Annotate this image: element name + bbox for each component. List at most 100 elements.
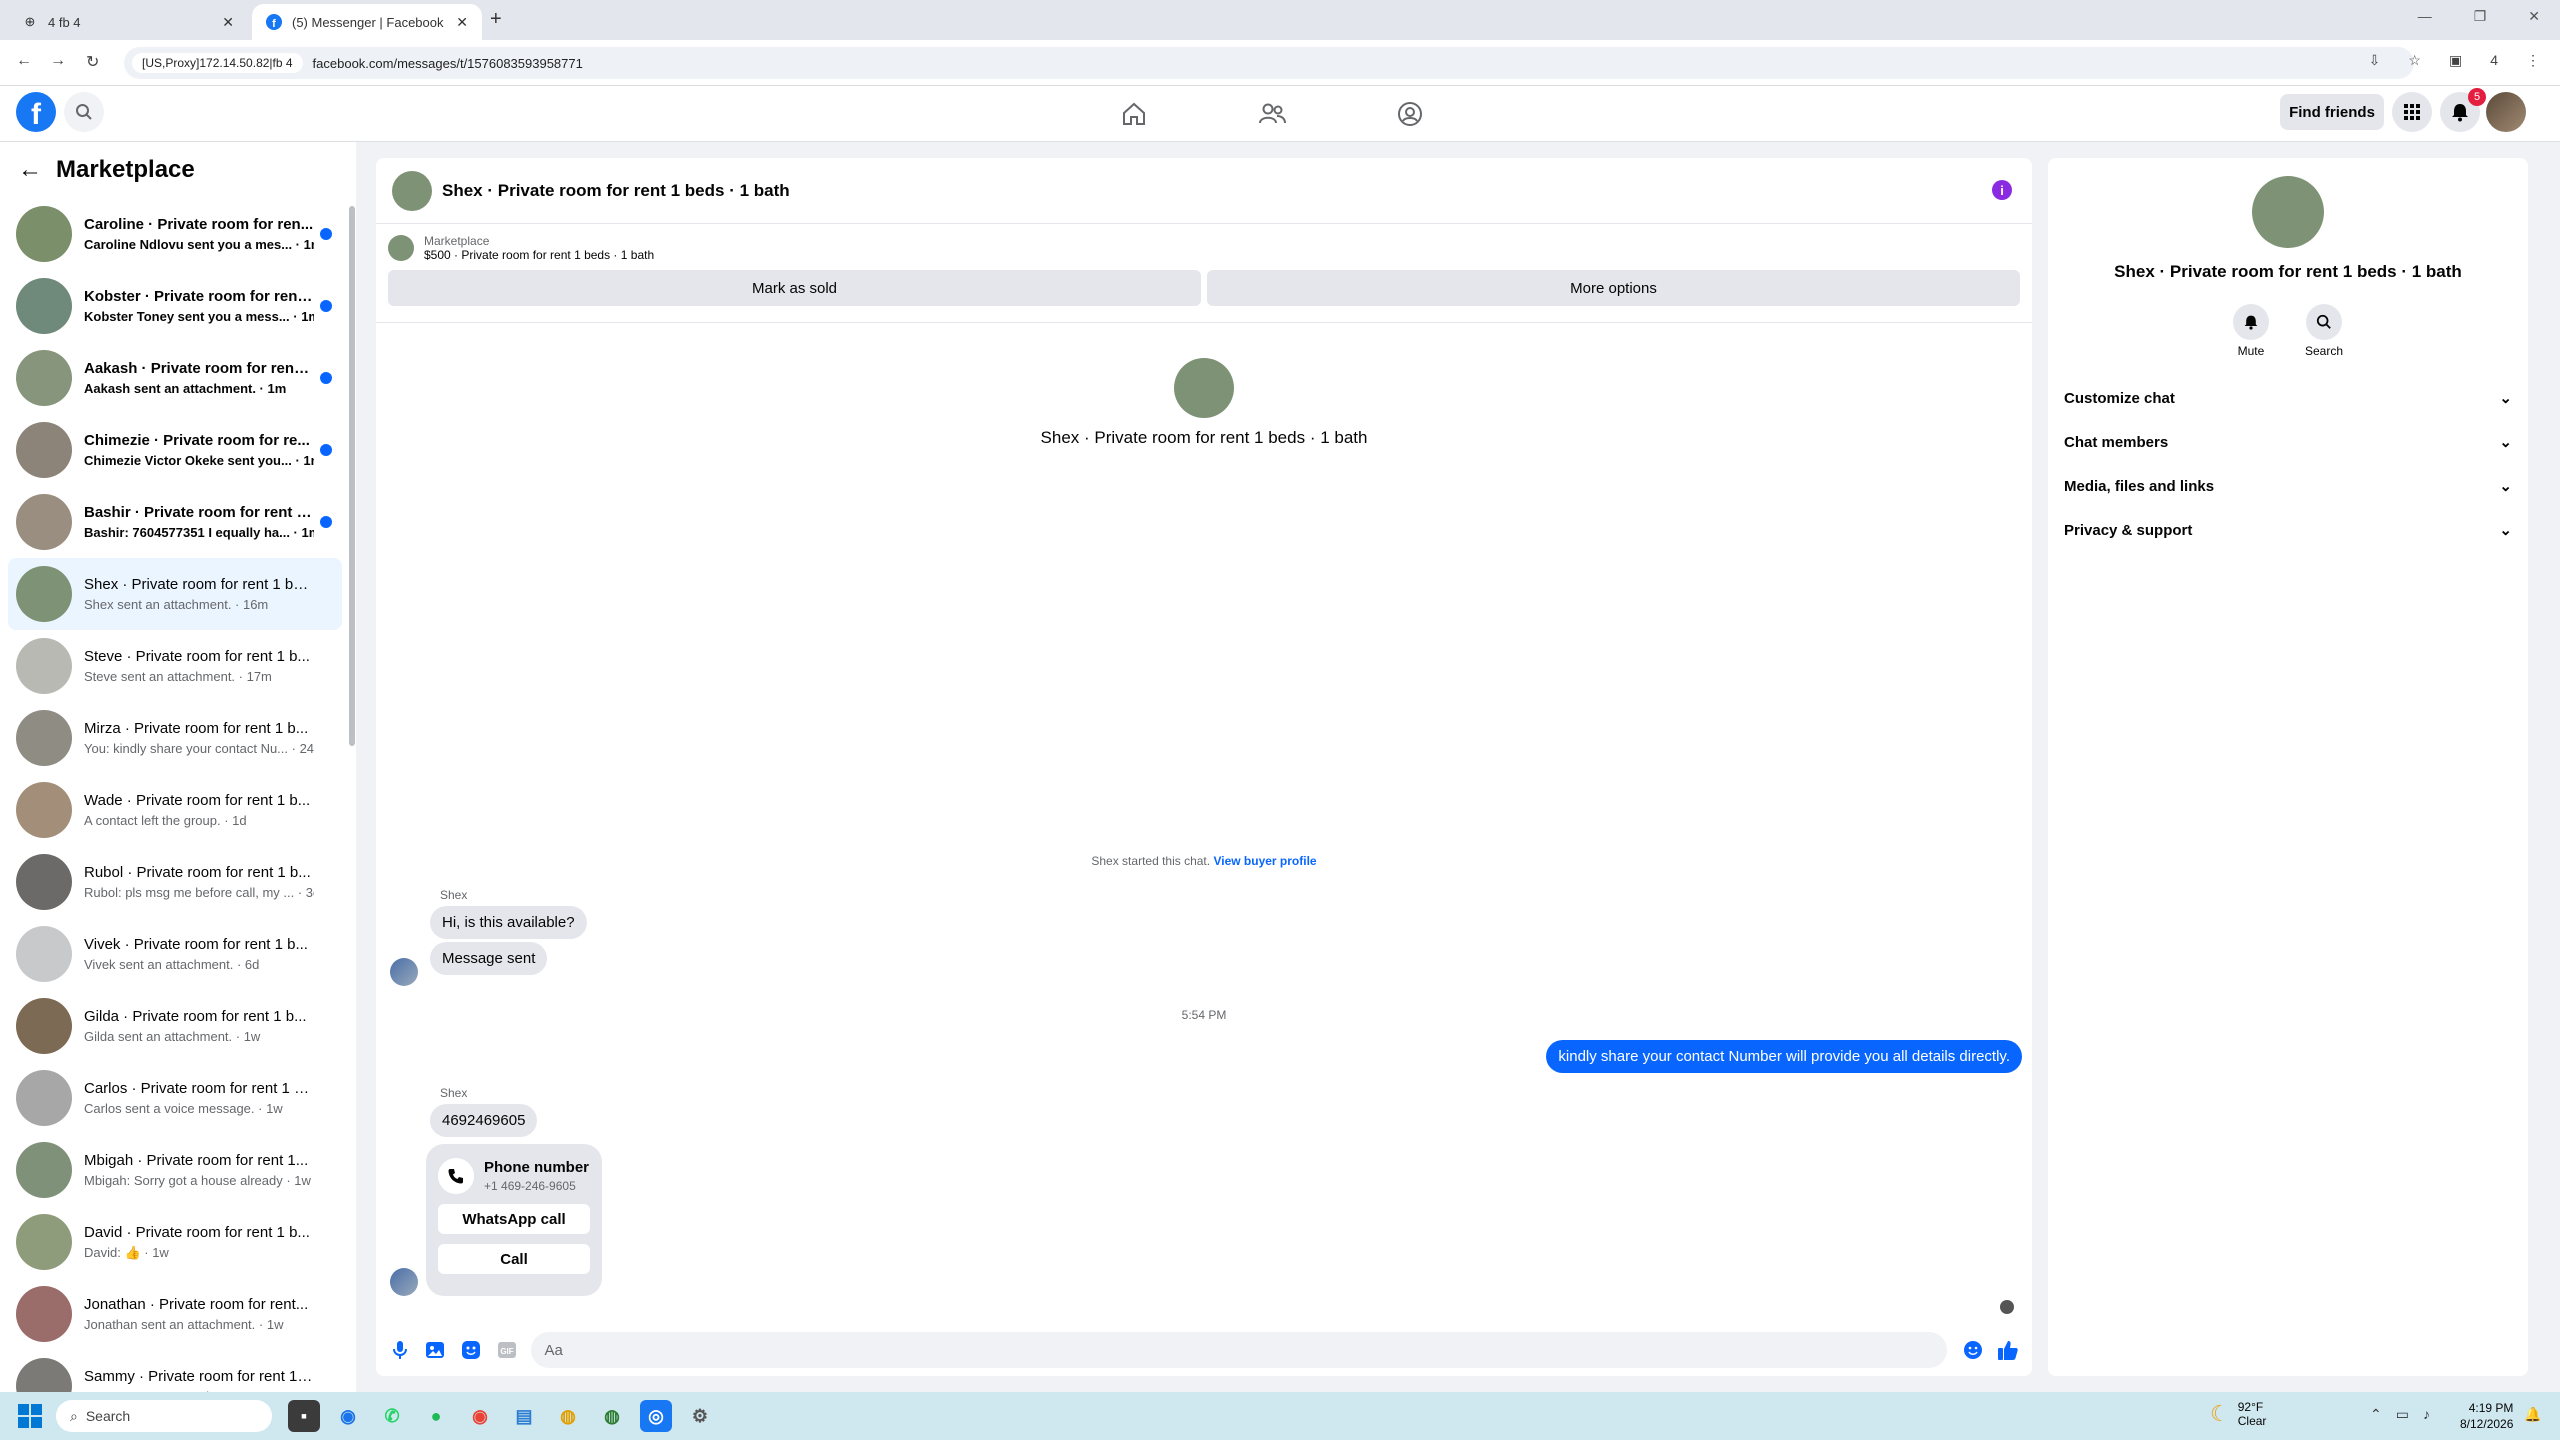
sticker-icon[interactable] — [459, 1338, 483, 1362]
chrome-profile-icon[interactable]: ◉ — [464, 1400, 496, 1432]
reload-icon[interactable]: ↻ — [86, 52, 99, 72]
spotify-icon[interactable]: ● — [420, 1400, 452, 1432]
chevron-up-icon[interactable]: ⌃ — [2370, 1406, 2382, 1423]
account-avatar[interactable] — [2486, 92, 2526, 132]
find-friends-button[interactable]: Find friends — [2280, 94, 2384, 130]
chat-members-section[interactable]: Chat members ⌄ — [2048, 420, 2528, 464]
settings-gear-icon[interactable]: ⚙ — [684, 1400, 716, 1432]
chat-title[interactable]: Shex · Private room for rent 1 beds · 1 … — [442, 181, 790, 201]
conversation-item[interactable]: Vivek · Private room for rent 1 b... Vive… — [8, 918, 342, 990]
conversation-thumbnail — [16, 782, 72, 838]
mark-as-sold-button[interactable]: Mark as sold — [388, 270, 1201, 306]
task-view-icon[interactable]: ▪ — [288, 1400, 320, 1432]
message-bubble[interactable]: 4692469605 — [430, 1104, 538, 1137]
star-icon[interactable]: ☆ — [2408, 52, 2421, 69]
side-panel-icon[interactable]: ▣ — [2449, 52, 2462, 69]
close-window-icon[interactable]: ✕ — [2528, 8, 2540, 25]
profile-count[interactable]: 4 — [2490, 52, 2498, 69]
close-icon[interactable]: ✕ — [456, 14, 468, 31]
gif-icon[interactable]: GIF — [495, 1338, 519, 1362]
weather-widget[interactable]: ☾ 92°F Clear — [2210, 1400, 2266, 1428]
windows-start-icon[interactable] — [18, 1404, 42, 1428]
browser-app-icon[interactable]: ◎ — [640, 1400, 672, 1432]
call-button[interactable]: Call — [438, 1244, 590, 1274]
thumbs-up-icon[interactable] — [1996, 1338, 2020, 1362]
files-icon[interactable]: ▤ — [508, 1400, 540, 1432]
browser-tab-messenger[interactable]: f (5) Messenger | Facebook ✕ — [252, 4, 482, 40]
apps-grid-icon[interactable] — [2392, 92, 2432, 132]
sender-avatar[interactable] — [390, 1268, 418, 1296]
sender-name: Shex — [440, 888, 468, 902]
whatsapp-icon[interactable]: ✆ — [376, 1400, 408, 1432]
conversation-item[interactable]: Chimezie · Private room for re... Chimezi… — [8, 414, 342, 486]
groups-icon[interactable] — [1390, 96, 1430, 132]
outgoing-message-bubble[interactable]: kindly share your contact Number will pr… — [1546, 1040, 2022, 1073]
sidebar-scrollbar[interactable] — [349, 198, 355, 1388]
listing-price: $500 · Private room for rent 1 beds · 1 … — [424, 248, 655, 262]
notification-center-icon[interactable]: 🔔 — [2524, 1406, 2541, 1423]
conversation-item[interactable]: Jonathan · Private room for rent... Jonat… — [8, 1278, 342, 1350]
conversation-item[interactable]: David · Private room for rent 1 b... Davi… — [8, 1206, 342, 1278]
search-in-chat-button[interactable]: Search — [2305, 304, 2343, 358]
system-clock[interactable]: 4:19 PM 8/12/2026 — [2460, 1400, 2513, 1432]
app-icon[interactable]: ◍ — [552, 1400, 584, 1432]
media-files-links-section[interactable]: Media, files and links ⌄ — [2048, 464, 2528, 508]
view-buyer-profile-link[interactable]: View buyer profile — [1213, 854, 1316, 868]
conversation-item[interactable]: Carlos · Private room for rent 1 b... Car… — [8, 1062, 342, 1134]
notifications-bell-icon[interactable]: 5 — [2440, 88, 2486, 132]
privacy-support-section[interactable]: Privacy & support ⌄ — [2048, 508, 2528, 552]
conversation-item[interactable]: Sammy · Private room for rent 1 ...Sammy… — [8, 1350, 342, 1392]
info-icon[interactable]: i — [1992, 180, 2012, 200]
more-options-button[interactable]: More options — [1207, 270, 2020, 306]
restore-icon[interactable]: ❐ — [2474, 8, 2487, 25]
install-icon[interactable]: ⇩ — [2369, 52, 2381, 69]
message-bubble[interactable]: Message sent — [430, 942, 548, 975]
customize-chat-section[interactable]: Customize chat ⌄ — [2048, 376, 2528, 420]
conversation-name: Wade · Private room for rent 1 b... — [84, 792, 311, 809]
menu-kebab-icon[interactable]: ⋮ — [2526, 52, 2540, 69]
conversation-item[interactable]: Gilda · Private room for rent 1 b... Gild… — [8, 990, 342, 1062]
microphone-icon[interactable] — [388, 1338, 412, 1362]
search-icon[interactable] — [64, 92, 104, 132]
url-text[interactable]: facebook.com/messages/t/1576083593958771 — [313, 56, 583, 71]
chrome-icon[interactable]: ◉ — [332, 1400, 364, 1432]
home-icon[interactable] — [1114, 96, 1154, 132]
chat-header: Shex · Private room for rent 1 beds · 1 … — [376, 158, 2032, 224]
photo-icon[interactable] — [424, 1338, 448, 1362]
close-icon[interactable]: ✕ — [222, 14, 234, 31]
message-input[interactable]: Aa — [530, 1332, 1947, 1368]
conversation-item[interactable]: Rubol · Private room for rent 1 b... Rubo… — [8, 846, 342, 918]
back-arrow-icon[interactable]: ← — [16, 52, 32, 70]
whatsapp-call-button[interactable]: WhatsApp call — [438, 1204, 590, 1234]
conversation-item[interactable]: Caroline · Private room for ren... Caroli… — [8, 198, 342, 270]
omnibox[interactable]: [US,Proxy]172.14.50.82|fb 4 facebook.com… — [124, 47, 2414, 79]
proxy-chip[interactable]: [US,Proxy]172.14.50.82|fb 4 — [132, 53, 303, 73]
minimize-icon[interactable]: — — [2418, 8, 2432, 25]
conversation-name: Vivek · Private room for rent 1 b... — [84, 936, 308, 953]
scrollbar-thumb[interactable] — [349, 206, 355, 746]
facebook-logo-icon[interactable]: f — [16, 92, 56, 132]
listing-thumbnail[interactable] — [392, 170, 432, 211]
conversation-item[interactable]: Mbigah · Private room for rent 1... Mbiga… — [8, 1134, 342, 1206]
sender-avatar[interactable] — [390, 958, 418, 986]
mute-button[interactable]: Mute — [2232, 304, 2269, 358]
back-arrow-icon[interactable]: ← — [18, 156, 42, 184]
conversation-item[interactable]: Wade · Private room for rent 1 b... A con… — [8, 774, 342, 846]
friends-icon[interactable] — [1252, 96, 1292, 132]
conversation-item[interactable]: Steve · Private room for rent 1 b... Stev… — [8, 630, 342, 702]
network-icon[interactable]: ▭ — [2396, 1406, 2409, 1423]
message-bubble[interactable]: Hi, is this available? — [430, 906, 587, 939]
volume-icon[interactable]: ♪ — [2423, 1406, 2430, 1423]
forward-arrow-icon[interactable]: → — [50, 52, 66, 70]
conversation-item[interactable]: Bashir · Private room for rent 1... Bashi… — [8, 486, 342, 558]
new-tab-button[interactable]: + — [490, 8, 502, 31]
app-icon[interactable]: ◍ — [596, 1400, 628, 1432]
details-thumbnail[interactable] — [2252, 176, 2324, 248]
conversation-item[interactable]: Aakash · Private room for rent ... Aakash… — [8, 342, 342, 414]
browser-tab-fb4[interactable]: ⊕ 4 fb 4 ✕ — [8, 4, 248, 40]
conversation-item[interactable]: Mirza · Private room for rent 1 b... You:… — [8, 702, 342, 774]
emoji-icon[interactable] — [1961, 1338, 1985, 1362]
conversation-item[interactable]: Kobster · Private room for rent... Kobste… — [8, 270, 342, 342]
taskbar-search-box[interactable]: ⌕ Search — [56, 1400, 272, 1432]
conversation-item[interactable]: Shex · Private room for rent 1 be... Shex… — [8, 558, 342, 630]
